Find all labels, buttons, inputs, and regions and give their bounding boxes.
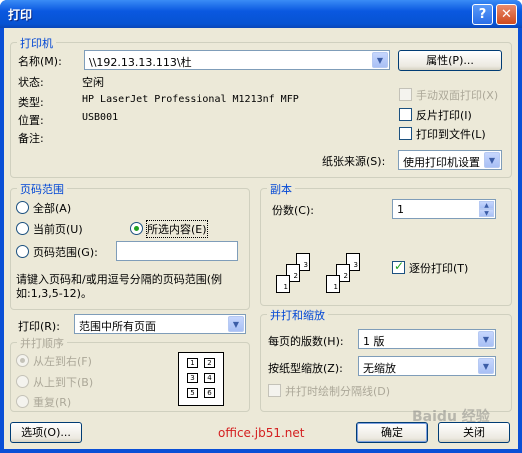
order-repeat-radio[interactable] — [16, 395, 29, 408]
range-current-radio[interactable] — [16, 222, 29, 235]
collate-checkbox[interactable]: ✓ — [392, 259, 405, 274]
type-label: 类型: — [18, 96, 44, 109]
print-what-value: 范围中所有页面 — [79, 320, 156, 333]
order-cell: 1 — [187, 358, 198, 368]
order-cell: 2 — [204, 358, 215, 368]
title-bar[interactable]: 打印 ? ✕ — [0, 0, 522, 28]
page-range-hint: 请键入页码和/或用逗号分隔的页码范围(例如:1,3,5-12)。 — [16, 273, 222, 300]
page-icon: 1 — [276, 275, 290, 293]
status-value: 空闲 — [82, 76, 104, 89]
properties-button[interactable]: 属性(P)... — [398, 50, 502, 71]
where-label: 位置: — [18, 114, 44, 127]
page-range-input[interactable] — [116, 241, 238, 261]
range-all-radio[interactable] — [16, 201, 29, 214]
scale-label: 按纸型缩放(Z): — [268, 362, 343, 375]
order-ttb-label: 从上到下(B) — [33, 376, 94, 389]
order-ltr-radio[interactable] — [16, 354, 29, 367]
type-value: HP LaserJet Professional M1213nf MFP — [82, 94, 299, 105]
range-selection-radio[interactable] — [130, 222, 143, 235]
print-what-select[interactable]: 范围中所有页面 ▼ — [74, 314, 246, 334]
draw-borders-label: 并打时绘制分隔线(D) — [285, 385, 391, 398]
draw-borders-checkbox[interactable] — [268, 384, 281, 397]
range-all-label: 全部(A) — [33, 202, 72, 215]
chevron-down-icon[interactable]: ▼ — [478, 358, 494, 374]
site-watermark: office.jb51.net — [218, 426, 305, 440]
paper-source-label: 纸张来源(S): — [322, 155, 386, 168]
order-cell: 6 — [204, 388, 215, 398]
reverse-print-checkbox[interactable] — [399, 108, 412, 121]
printer-name-value: \\192.13.13.113\杜 — [89, 56, 192, 69]
order-ttb-radio[interactable] — [16, 375, 29, 388]
copies-group-title: 副本 — [267, 181, 295, 197]
pages-per-sheet-label: 每页的版数(H): — [268, 335, 344, 348]
order-cell: 4 — [204, 373, 215, 383]
scale-value: 无缩放 — [363, 362, 396, 375]
spin-up-icon[interactable]: ▲ — [479, 201, 494, 209]
order-ltr-label: 从左到右(F) — [33, 355, 92, 368]
page-icon: 1 — [326, 275, 340, 293]
collate-label: 逐份打印(T) — [409, 262, 469, 275]
print-to-file-checkbox[interactable] — [399, 127, 412, 140]
scale-select[interactable]: 无缩放 ▼ — [358, 356, 496, 376]
copies-count-value: 1 — [397, 203, 404, 216]
manual-duplex-label: 手动双面打印(X) — [416, 89, 499, 102]
copies-count-input[interactable]: 1 ▲ ▼ — [392, 199, 496, 219]
ok-button[interactable]: 确定 — [356, 422, 428, 443]
zoom-group-title: 并打和缩放 — [267, 307, 328, 323]
comment-label: 备注: — [18, 132, 44, 145]
chevron-down-icon[interactable]: ▼ — [478, 331, 494, 347]
manual-duplex-checkbox[interactable] — [399, 88, 412, 101]
range-current-label: 当前页(U) — [33, 223, 83, 236]
printer-name-label: 名称(M): — [18, 55, 62, 68]
page-range-group-title: 页码范围 — [17, 181, 67, 197]
spin-down-icon[interactable]: ▼ — [479, 209, 494, 217]
print-dialog: 打印 ? ✕ 打印机 名称(M): \\192.13.13.113\杜 ▼ 属性… — [0, 0, 522, 453]
dialog-body: 打印机 名称(M): \\192.13.13.113\杜 ▼ 属性(P)... … — [4, 28, 518, 449]
paper-source-value: 使用打印机设置 — [403, 156, 480, 169]
radio-dot — [134, 226, 139, 231]
copies-count-label: 份数(C): — [272, 204, 314, 217]
check-icon: ✓ — [394, 259, 405, 273]
order-repeat-label: 重复(R) — [33, 396, 72, 409]
help-button[interactable]: ? — [472, 4, 493, 25]
print-what-label: 打印(R): — [18, 320, 60, 333]
options-button[interactable]: 选项(O)... — [10, 422, 82, 443]
order-cell: 3 — [187, 373, 198, 383]
chevron-down-icon[interactable]: ▼ — [228, 316, 244, 332]
radio-dot — [20, 358, 25, 363]
pages-per-sheet-select[interactable]: 1 版 ▼ — [358, 329, 496, 349]
printer-name-select[interactable]: \\192.13.13.113\杜 ▼ — [84, 50, 390, 70]
order-group-title: 并打顺序 — [17, 335, 67, 351]
status-label: 状态: — [18, 76, 44, 89]
print-to-file-label: 打印到文件(L) — [416, 128, 486, 141]
order-cell: 5 — [187, 388, 198, 398]
window-title: 打印 — [8, 8, 33, 22]
order-preview: 1 2 3 4 5 6 — [178, 352, 224, 406]
close-button[interactable]: 关闭 — [438, 422, 510, 443]
pages-per-sheet-value: 1 版 — [363, 335, 385, 348]
paper-source-select[interactable]: 使用打印机设置 ▼ — [398, 150, 502, 170]
close-window-button[interactable]: ✕ — [496, 4, 517, 25]
range-selection-label: 所选内容(E) — [146, 220, 208, 238]
printer-group-title: 打印机 — [17, 35, 56, 51]
where-value: USB001 — [82, 112, 119, 123]
range-pages-label: 页码范围(G): — [33, 246, 98, 259]
chevron-down-icon[interactable]: ▼ — [372, 52, 388, 68]
range-pages-radio[interactable] — [16, 245, 29, 258]
chevron-down-icon[interactable]: ▼ — [484, 152, 500, 168]
reverse-print-label: 反片打印(I) — [416, 109, 472, 122]
